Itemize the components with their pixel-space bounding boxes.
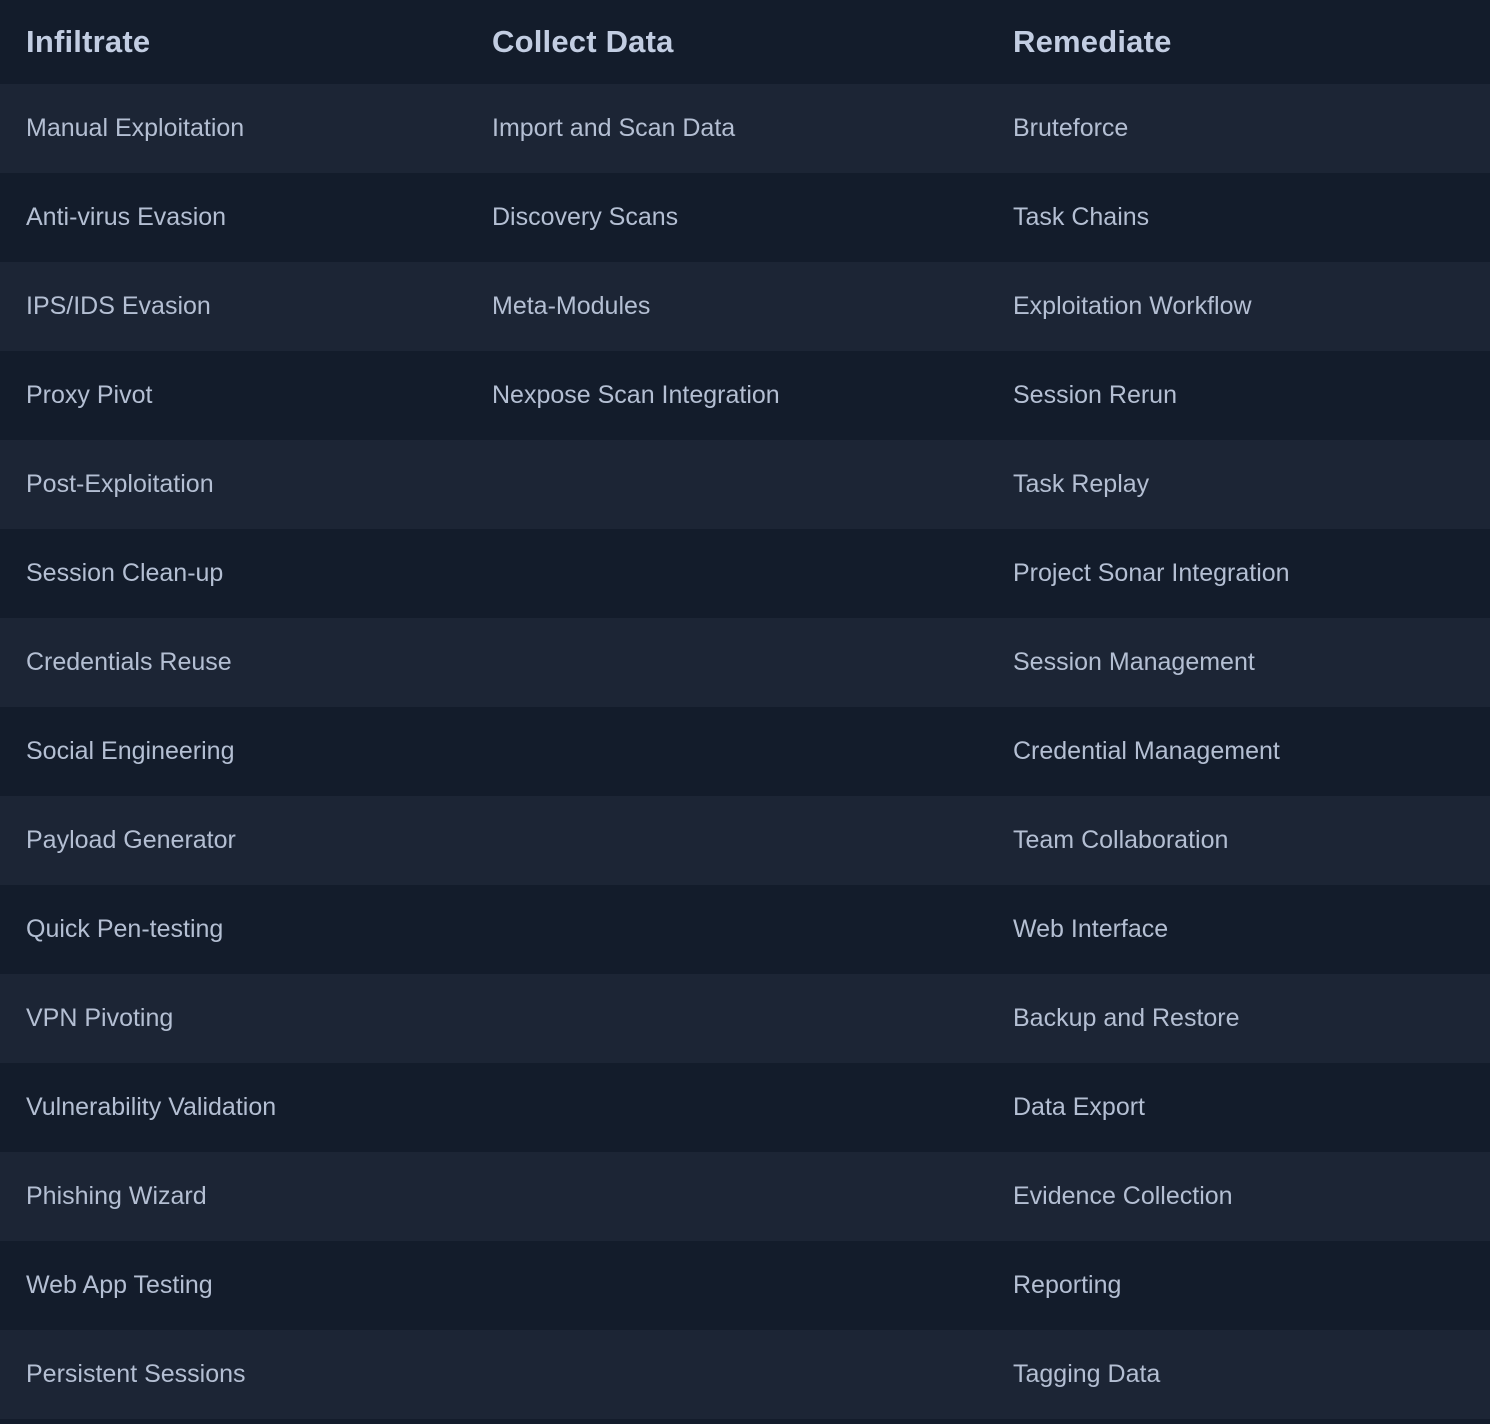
cell-infiltrate: Credentials Reuse — [26, 648, 232, 676]
cell-remediate: Reporting — [1013, 1271, 1122, 1299]
cell-remediate: Session Rerun — [1013, 381, 1177, 409]
table-row: Manual Exploitation Import and Scan Data B… — [0, 84, 1490, 173]
column-header-collect-data: Collect Data — [492, 24, 674, 59]
cell-infiltrate: Quick Pen-testing — [26, 915, 224, 943]
table-row: VPN Pivoting Backup and Restore — [0, 974, 1490, 1063]
cell-infiltrate: Vulnerability Validation — [26, 1093, 277, 1121]
table-row: Vulnerability Validation Data Export — [0, 1063, 1490, 1152]
cell-infiltrate: Session Clean-up — [26, 559, 224, 587]
table-row: Post-Exploitation Task Replay — [0, 440, 1490, 529]
cell-infiltrate: Proxy Pivot — [26, 381, 153, 409]
cell-remediate: Exploitation Workflow — [1013, 292, 1252, 320]
table-row: Proxy Pivot Nexpose Scan Integration Sessi… — [0, 351, 1490, 440]
cell-collect-data: Nexpose Scan Integration — [492, 381, 780, 409]
cell-remediate: Web Interface — [1013, 915, 1169, 943]
cell-infiltrate: IPS/IDS Evasion — [26, 292, 211, 320]
table-row: Quick Pen-testing Web Interface — [0, 885, 1490, 974]
table-row: Persistent Sessions Tagging Data — [0, 1330, 1490, 1419]
cell-remediate: Session Management — [1013, 648, 1255, 676]
table-header: Infiltrate Collect Data Remediate — [0, 0, 1490, 84]
table-row: Session Clean-up Project Sonar Integratio… — [0, 529, 1490, 618]
feature-comparison-table: Infiltrate Collect Data Remediate Manual… — [0, 0, 1490, 1424]
table-row: Payload Generator Team Collaboration — [0, 796, 1490, 885]
table-row: Credentials Reuse Session Management — [0, 618, 1490, 707]
cell-remediate: Bruteforce — [1013, 114, 1129, 142]
cell-remediate: Tagging Data — [1013, 1360, 1161, 1388]
table-body: Manual Exploitation Import and Scan Data B… — [0, 84, 1490, 1419]
cell-infiltrate: VPN Pivoting — [26, 1004, 174, 1032]
cell-infiltrate: Persistent Sessions — [26, 1360, 246, 1388]
cell-remediate: Data Export — [1013, 1093, 1146, 1121]
table-row: Anti-virus Evasion Discovery Scans Task Ch… — [0, 173, 1490, 262]
cell-collect-data: Import and Scan Data — [492, 114, 736, 142]
cell-infiltrate: Social Engineering — [26, 737, 235, 765]
cell-collect-data: Discovery Scans — [492, 203, 679, 231]
cell-remediate: Evidence Collection — [1013, 1182, 1233, 1210]
cell-infiltrate: Web App Testing — [26, 1271, 213, 1299]
cell-remediate: Task Chains — [1013, 203, 1150, 231]
column-header-remediate: Remediate — [1013, 24, 1172, 59]
cell-collect-data: Meta-Modules — [492, 292, 651, 320]
table-row: IPS/IDS Evasion Meta-Modules Exploitation … — [0, 262, 1490, 351]
cell-infiltrate: Post-Exploitation — [26, 470, 214, 498]
cell-remediate: Project Sonar Integration — [1013, 559, 1290, 587]
cell-remediate: Credential Management — [1013, 737, 1280, 765]
table-row: Phishing Wizard Evidence Collection — [0, 1152, 1490, 1241]
cell-infiltrate: Payload Generator — [26, 826, 236, 854]
cell-infiltrate: Anti-virus Evasion — [26, 203, 227, 231]
table-row: Web App Testing Reporting — [0, 1241, 1490, 1330]
cell-remediate: Backup and Restore — [1013, 1004, 1240, 1032]
cell-infiltrate: Phishing Wizard — [26, 1182, 207, 1210]
table-row: Social Engineering Credential Management — [0, 707, 1490, 796]
cell-remediate: Task Replay — [1013, 470, 1150, 498]
cell-infiltrate: Manual Exploitation — [26, 114, 245, 142]
column-header-infiltrate: Infiltrate — [26, 24, 151, 59]
cell-remediate: Team Collaboration — [1013, 826, 1229, 854]
